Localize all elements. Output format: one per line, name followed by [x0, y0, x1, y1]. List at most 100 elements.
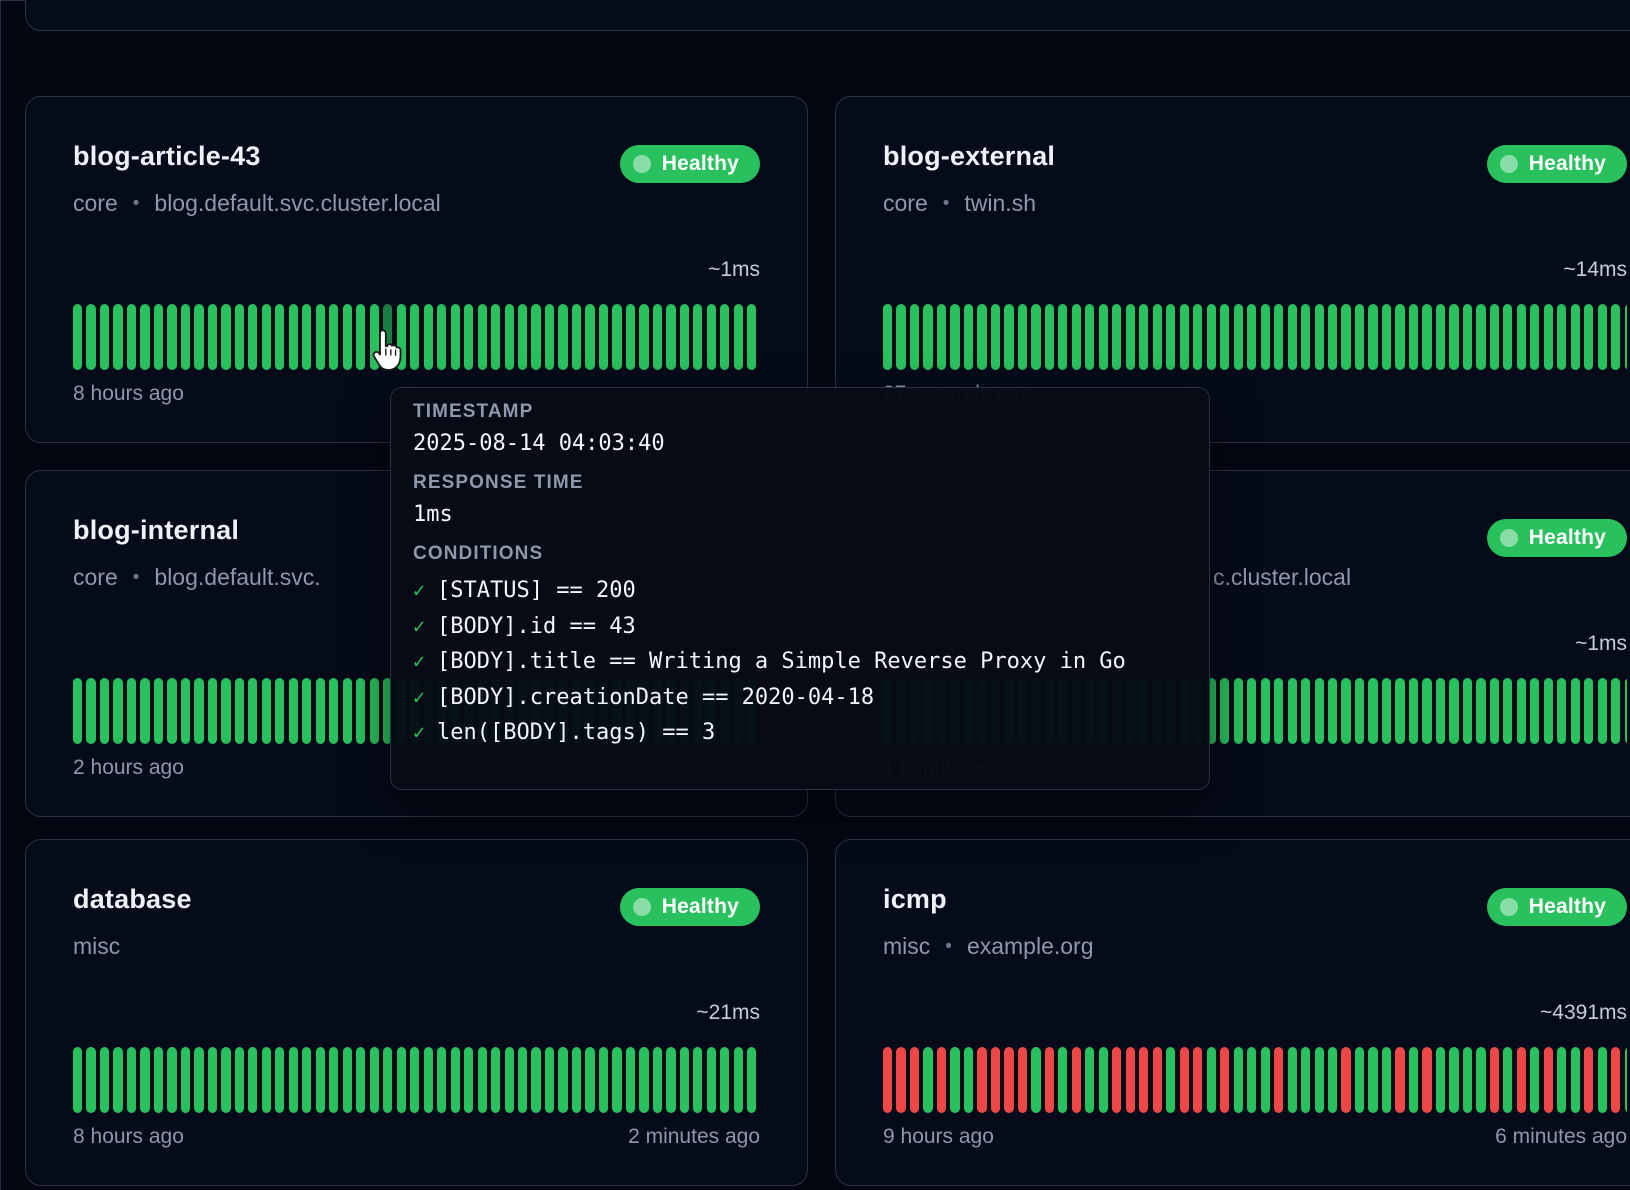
uptime-bar[interactable]: [991, 304, 1000, 370]
uptime-bar[interactable]: [720, 304, 729, 370]
uptime-bar[interactable]: [140, 678, 149, 744]
uptime-bar[interactable]: [977, 304, 986, 370]
uptime-bar[interactable]: [1153, 1047, 1162, 1113]
uptime-bar[interactable]: [140, 304, 149, 370]
uptime-bar[interactable]: [262, 1047, 271, 1113]
uptime-bar[interactable]: [235, 1047, 244, 1113]
uptime-bar[interactable]: [424, 304, 433, 370]
uptime-bar[interactable]: [1382, 1047, 1391, 1113]
uptime-bar[interactable]: [73, 304, 82, 370]
uptime-bar[interactable]: [1166, 1047, 1175, 1113]
uptime-bar[interactable]: [1436, 304, 1445, 370]
uptime-bar[interactable]: [1503, 1047, 1512, 1113]
uptime-bar[interactable]: [154, 1047, 163, 1113]
uptime-bar[interactable]: [248, 1047, 257, 1113]
uptime-bar[interactable]: [275, 678, 284, 744]
uptime-bar[interactable]: [1085, 1047, 1094, 1113]
uptime-bar[interactable]: [950, 1047, 959, 1113]
uptime-bar[interactable]: [1557, 678, 1566, 744]
uptime-bar[interactable]: [167, 304, 176, 370]
uptime-bar[interactable]: [923, 304, 932, 370]
uptime-bar[interactable]: [1234, 304, 1243, 370]
uptime-bar[interactable]: [491, 1047, 500, 1113]
uptime-bar[interactable]: [127, 1047, 136, 1113]
uptime-bar[interactable]: [1315, 304, 1324, 370]
uptime-bar[interactable]: [1058, 304, 1067, 370]
uptime-bar[interactable]: [666, 304, 675, 370]
uptime-bar[interactable]: [1584, 304, 1593, 370]
uptime-bar[interactable]: [1274, 304, 1283, 370]
uptime-bar[interactable]: [653, 304, 662, 370]
uptime-bar[interactable]: [1153, 304, 1162, 370]
uptime-bar[interactable]: [1180, 1047, 1189, 1113]
uptime-bar[interactable]: [1315, 1047, 1324, 1113]
uptime-bar[interactable]: [1247, 1047, 1256, 1113]
uptime-bar[interactable]: [1234, 1047, 1243, 1113]
uptime-bar[interactable]: [194, 304, 203, 370]
uptime-bar[interactable]: [1328, 1047, 1337, 1113]
uptime-bar[interactable]: [531, 1047, 540, 1113]
uptime-bar[interactable]: [248, 304, 257, 370]
uptime-bar[interactable]: [1368, 678, 1377, 744]
uptime-bars[interactable]: [883, 1047, 1627, 1113]
uptime-bar[interactable]: [1422, 678, 1431, 744]
uptime-bar[interactable]: [370, 678, 379, 744]
uptime-bar[interactable]: [1490, 678, 1499, 744]
uptime-bar[interactable]: [545, 1047, 554, 1113]
service-card[interactable]: icmp misc • example.org Healthy ~4391ms …: [835, 839, 1630, 1186]
uptime-bar[interactable]: [1031, 304, 1040, 370]
uptime-bar[interactable]: [1261, 304, 1270, 370]
uptime-bar[interactable]: [585, 1047, 594, 1113]
uptime-bar[interactable]: [1503, 304, 1512, 370]
uptime-bar[interactable]: [1058, 1047, 1067, 1113]
uptime-bar[interactable]: [1490, 304, 1499, 370]
uptime-bar[interactable]: [86, 304, 95, 370]
uptime-bar[interactable]: [747, 304, 756, 370]
uptime-bar[interactable]: [1544, 304, 1553, 370]
uptime-bar[interactable]: [747, 1047, 756, 1113]
uptime-bar[interactable]: [518, 304, 527, 370]
uptime-bar[interactable]: [1247, 678, 1256, 744]
uptime-bar[interactable]: [86, 1047, 95, 1113]
uptime-bar[interactable]: [1112, 304, 1121, 370]
uptime-bar[interactable]: [194, 1047, 203, 1113]
uptime-bar[interactable]: [1274, 678, 1283, 744]
uptime-bar[interactable]: [1436, 1047, 1445, 1113]
uptime-bar[interactable]: [73, 678, 82, 744]
uptime-bar[interactable]: [1530, 1047, 1539, 1113]
uptime-bar[interactable]: [1625, 304, 1627, 370]
uptime-bar[interactable]: [1288, 678, 1297, 744]
uptime-bar[interactable]: [289, 1047, 298, 1113]
partial-card-top[interactable]: [25, 0, 1630, 31]
uptime-bar[interactable]: [1220, 678, 1229, 744]
uptime-bar[interactable]: [235, 678, 244, 744]
uptime-bar[interactable]: [464, 1047, 473, 1113]
uptime-bar[interactable]: [1395, 304, 1404, 370]
uptime-bar[interactable]: [410, 1047, 419, 1113]
uptime-bar[interactable]: [653, 1047, 662, 1113]
uptime-bar[interactable]: [113, 678, 122, 744]
uptime-bar[interactable]: [1368, 304, 1377, 370]
uptime-bar[interactable]: [1409, 678, 1418, 744]
uptime-bar[interactable]: [113, 1047, 122, 1113]
uptime-bar[interactable]: [1180, 304, 1189, 370]
uptime-bar[interactable]: [1341, 1047, 1350, 1113]
uptime-bar[interactable]: [1409, 1047, 1418, 1113]
uptime-bar[interactable]: [1072, 304, 1081, 370]
uptime-bar[interactable]: [505, 1047, 514, 1113]
uptime-bar[interactable]: [612, 304, 621, 370]
uptime-bar[interactable]: [289, 304, 298, 370]
uptime-bar[interactable]: [491, 304, 500, 370]
uptime-bar[interactable]: [208, 304, 217, 370]
uptime-bar[interactable]: [1395, 678, 1404, 744]
uptime-bar[interactable]: [1288, 1047, 1297, 1113]
uptime-bar[interactable]: [1530, 678, 1539, 744]
uptime-bar[interactable]: [1544, 1047, 1553, 1113]
uptime-bar[interactable]: [1449, 678, 1458, 744]
uptime-bar[interactable]: [1517, 304, 1526, 370]
uptime-bar[interactable]: [1072, 1047, 1081, 1113]
uptime-bar[interactable]: [221, 678, 230, 744]
uptime-bar[interactable]: [1261, 1047, 1270, 1113]
uptime-bar[interactable]: [639, 304, 648, 370]
uptime-bar[interactable]: [505, 304, 514, 370]
